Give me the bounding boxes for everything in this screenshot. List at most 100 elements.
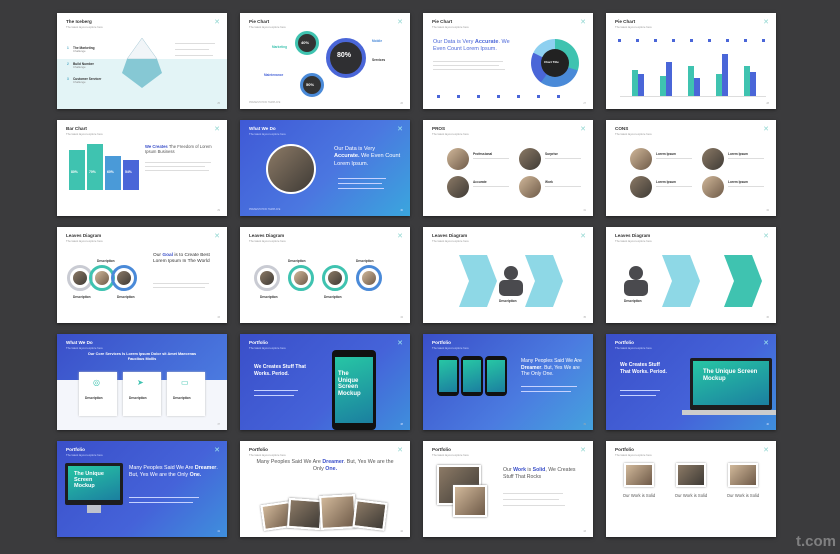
slide-subtitle: The latest layout explore here: [615, 25, 652, 29]
slide-heading: We Creates Stuff That Works. Period.: [620, 362, 667, 375]
slide-subtitle: The latest layout explore here: [66, 346, 103, 350]
slide-subtitle: The latest layout explore here: [66, 132, 103, 136]
monitor-screen-text: The Unique Screen Mockup: [693, 361, 769, 405]
item-desc: Challenge: [73, 65, 86, 69]
leaf-photo: [260, 271, 274, 285]
slide-what-we-do-1[interactable]: What We Do The latest layout explore her…: [240, 120, 410, 216]
item-number: 3: [67, 77, 69, 81]
slide-title: Bar Chart: [66, 126, 87, 131]
slide-subtitle: The latest layout explore here: [615, 346, 652, 350]
cons-photo: [630, 148, 652, 170]
photo-card: [453, 485, 487, 517]
slide-portfolio-5[interactable]: Portfolio The latest layout explore here…: [240, 441, 410, 537]
page-number: 32: [766, 209, 769, 212]
phone-mockup: The Unique Screen Mockup: [332, 350, 376, 430]
slide-portfolio-2[interactable]: Portfolio The latest layout explore here…: [423, 334, 593, 430]
page-number: 30: [400, 209, 403, 212]
page-number: 40: [766, 423, 769, 426]
cons-label: Lorem Ipsum: [656, 180, 677, 184]
slide-portfolio-4[interactable]: Portfolio The latest layout explore here…: [57, 441, 227, 537]
pie-label: Mobile: [372, 39, 383, 43]
slide-pie-chart-2[interactable]: Pie Chart The latest layout explore here…: [423, 13, 593, 109]
phone-mockup: [485, 356, 507, 396]
page-number: 38: [400, 423, 403, 426]
logo-icon: ✕: [397, 126, 403, 133]
slide-subtitle: The latest layout explore here: [249, 453, 286, 457]
slide-subtitle: The latest layout explore here: [249, 132, 286, 136]
page-number: 35: [583, 316, 586, 319]
monitor-screen-text: The Unique Screen Mockup: [68, 466, 120, 500]
slide-heading: Our Data is Very Accurate. We Even Count…: [334, 146, 401, 167]
slide-pros[interactable]: PROS The latest layout explore here ✕ Pr…: [423, 120, 593, 216]
item-desc: Challenge: [73, 80, 86, 84]
slide-title: Portfolio: [615, 340, 634, 345]
slide-title: Portfolio: [249, 340, 268, 345]
pros-photo: [519, 176, 541, 198]
slide-footer: PRESENTATION TEMPLATE: [249, 101, 281, 104]
slide-portfolio-3[interactable]: Portfolio The latest layout explore here…: [606, 334, 776, 430]
page-number: 31: [583, 209, 586, 212]
page-number: 25: [217, 102, 220, 105]
slide-bar-chart[interactable]: Bar Chart The latest layout explore here…: [57, 120, 227, 216]
page-number: 26: [400, 102, 403, 105]
slide-pie-chart-3[interactable]: Pie Chart The latest layout explore here…: [606, 13, 776, 109]
monitor-stand: [87, 505, 101, 513]
item-number: 2: [67, 62, 69, 66]
photo-caption: Our Work is Solid: [674, 493, 708, 498]
photo-card: [286, 497, 324, 531]
pros-label: Accurate: [473, 180, 487, 184]
logo-icon: ✕: [397, 447, 403, 454]
service-desc: Description: [173, 396, 191, 400]
slide-leaves-3[interactable]: Leaves Diagram The latest layout explore…: [423, 227, 593, 323]
slide-leaves-1[interactable]: Leaves Diagram The latest layout explore…: [57, 227, 227, 323]
slide-iceberg[interactable]: The Iceberg The latest layout explore he…: [57, 13, 227, 109]
page-number: 29: [217, 209, 220, 212]
slide-title: Pie Chart: [249, 19, 270, 24]
logo-icon: ✕: [763, 233, 769, 240]
slide-leaves-2[interactable]: Leaves Diagram The latest layout explore…: [240, 227, 410, 323]
camera-icon: ◎: [93, 378, 100, 387]
photo-card: [676, 463, 706, 487]
bar-chart-area: [620, 47, 766, 97]
logo-icon: ✕: [214, 233, 220, 240]
phone-mockup: [437, 356, 459, 396]
chart-legend: [437, 95, 567, 98]
leaf-photo: [328, 271, 342, 285]
photo-card: [624, 463, 654, 487]
pros-photo: [447, 148, 469, 170]
slide-title: Leaves Diagram: [432, 233, 468, 238]
slide-title: Leaves Diagram: [249, 233, 285, 238]
diagram-desc: Description: [624, 299, 642, 303]
page-number: 43: [583, 530, 586, 533]
slide-cons[interactable]: CONS The latest layout explore here ✕ Lo…: [606, 120, 776, 216]
pie-label: Maintenance: [264, 73, 284, 77]
slide-pie-chart-1[interactable]: Pie Chart The latest layout explore here…: [240, 13, 410, 109]
bar-pct: 80%: [71, 170, 78, 174]
page-number: 37: [217, 423, 220, 426]
slide-portfolio-6[interactable]: Portfolio The latest layout explore here…: [423, 441, 593, 537]
slide-title: Portfolio: [432, 340, 451, 345]
bar-pct: 60%: [107, 170, 114, 174]
slide-leaves-4[interactable]: Leaves Diagram The latest layout explore…: [606, 227, 776, 323]
monitor-stand: [682, 410, 776, 415]
photo-card: [352, 499, 388, 531]
leaf-desc: Description: [260, 295, 278, 299]
pros-label: Surprise: [545, 152, 558, 156]
leaf-desc: Description: [97, 259, 115, 263]
logo-icon: ✕: [397, 233, 403, 240]
cons-label: Lorem Ipsum: [728, 152, 749, 156]
slide-portfolio-1[interactable]: Portfolio The latest layout explore here…: [240, 334, 410, 430]
slide-subtitle: The latest layout explore here: [615, 239, 652, 243]
slide-portfolio-7[interactable]: Portfolio The latest layout explore here…: [606, 441, 776, 537]
monitor-mockup: The Unique Screen Mockup: [690, 358, 772, 410]
leaf-desc: Description: [356, 259, 374, 263]
slide-subtitle: The latest layout explore here: [66, 239, 103, 243]
pie-label: Services: [372, 58, 386, 62]
slide-what-we-do-2[interactable]: What We Do The latest layout explore her…: [57, 334, 227, 430]
bar-pct: 54%: [125, 170, 132, 174]
slide-title: Pie Chart: [432, 19, 453, 24]
slide-heading: Many Peoples Said We Are Dreamer. But, Y…: [129, 465, 218, 478]
item-number: 1: [67, 46, 69, 50]
slide-subtitle: The latest layout explore here: [66, 453, 103, 457]
slide-heading: Our Goal is to Create Best Lorem Ipsum I…: [153, 253, 210, 265]
